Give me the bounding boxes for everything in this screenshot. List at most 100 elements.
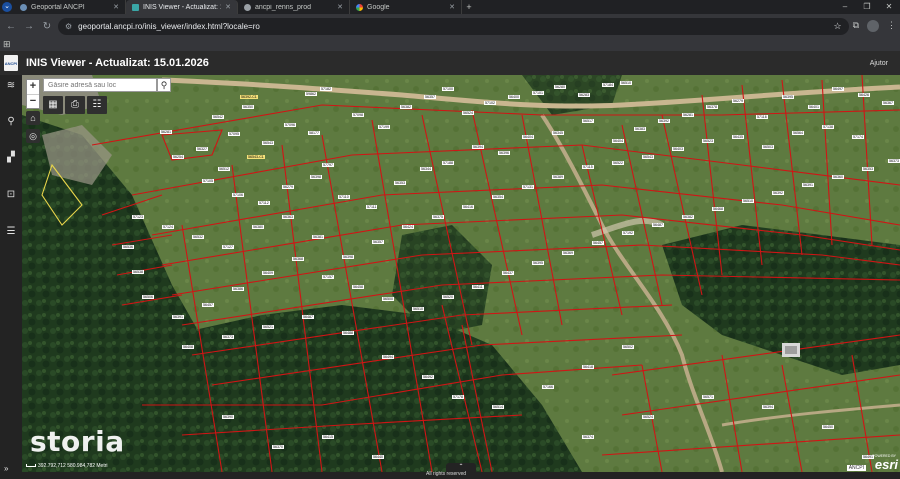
home-button[interactable]: ⌂ bbox=[26, 111, 40, 125]
left-sidebar: ≋ ⚲ ▞ ⊡ ☰ » bbox=[0, 75, 22, 479]
parcel-label: 56373 bbox=[222, 335, 234, 340]
search-icon: ⚲ bbox=[160, 80, 168, 90]
parcel-label: 56280 bbox=[554, 85, 566, 90]
parcel-label: 56283 bbox=[578, 93, 590, 98]
parcel-label: 56411 bbox=[472, 285, 484, 290]
legend-icon[interactable]: ⚲ bbox=[3, 115, 19, 129]
reload-icon[interactable]: ↻ bbox=[40, 21, 54, 32]
parcel-label: 56408 bbox=[182, 345, 194, 350]
parcel-label: 56375 bbox=[432, 215, 444, 220]
tab-search-button[interactable]: ⌄ bbox=[0, 0, 14, 14]
basemap-icon[interactable]: ▞ bbox=[3, 151, 19, 165]
parcel-label: 56450 bbox=[822, 425, 834, 430]
parcel-label: 56524 bbox=[642, 415, 654, 420]
map-view[interactable]: 56392-C1 56542 57095 59862 56543 57096 58177 56… bbox=[22, 75, 900, 472]
close-icon[interactable]: ✕ bbox=[113, 3, 119, 11]
close-icon[interactable]: ✕ bbox=[449, 3, 455, 11]
print-icon[interactable]: ⎙ bbox=[65, 96, 85, 114]
extensions-icon[interactable]: ⧉ bbox=[853, 20, 859, 32]
parcel-label: 56281 bbox=[160, 130, 172, 135]
parcel-label: 57110 bbox=[338, 195, 350, 200]
address-toolbar: ← → ↻ ⚙ geoportal.ancpi.ro/inis_viewer/i… bbox=[0, 14, 900, 38]
maximize-icon[interactable]: ❐ bbox=[856, 0, 878, 14]
parcel-label: 56542 bbox=[212, 115, 224, 120]
parcel-label: 56369 bbox=[562, 251, 574, 256]
close-icon[interactable]: ✕ bbox=[337, 3, 343, 11]
parcel-label: 56457 bbox=[592, 241, 604, 246]
minimize-icon[interactable]: – bbox=[834, 0, 856, 14]
parcel-label: 56514 bbox=[492, 405, 504, 410]
close-icon[interactable]: ✕ bbox=[225, 3, 231, 11]
expand-panel-icon[interactable]: » bbox=[4, 464, 8, 473]
address-search-input[interactable] bbox=[43, 78, 157, 92]
esri-logo: esri bbox=[874, 457, 898, 472]
new-tab-button[interactable]: + bbox=[462, 0, 476, 14]
parcel-label: 56374 bbox=[582, 435, 594, 440]
parcel-label: 56523 bbox=[702, 139, 714, 144]
zoom-in-button[interactable]: + bbox=[27, 80, 39, 94]
parcel-label: 56394 bbox=[472, 145, 484, 150]
help-link[interactable]: Ajutor bbox=[870, 60, 888, 67]
parcel-label: 56370 bbox=[272, 445, 284, 450]
tab-ancpi-renns[interactable]: ancpi_renns_prod ✕ bbox=[238, 0, 350, 14]
bookmark-star-icon[interactable]: ☆ bbox=[833, 21, 841, 32]
parcel-label: 56437 bbox=[502, 271, 514, 276]
menu-icon[interactable]: ⋮ bbox=[887, 20, 896, 32]
parcel-label: 56506 bbox=[142, 295, 154, 300]
parcel-label: 56378 bbox=[706, 105, 718, 110]
parcel-label: 56435 bbox=[732, 135, 744, 140]
parcel-label: 57188 bbox=[442, 161, 454, 166]
app-header: ANCPI INIS Viewer - Actualizat: 15.01.20… bbox=[0, 51, 900, 75]
grid-icon[interactable]: ▦ bbox=[43, 96, 63, 114]
parcel-label: 56468 bbox=[712, 207, 724, 212]
browser-tabstrip: ⌄ Geoportal ANCPI ✕ INIS Viewer - Actual… bbox=[0, 0, 900, 14]
list-view-icon[interactable]: ☷ bbox=[87, 96, 107, 114]
parcel-label: 56517 bbox=[582, 119, 594, 124]
zoom-out-button[interactable]: − bbox=[27, 94, 39, 108]
parcel-label: 57116 bbox=[756, 115, 768, 120]
measure-icon[interactable]: ⊡ bbox=[3, 188, 19, 202]
parcel-label: 56398 bbox=[310, 175, 322, 180]
parcel-label: 56404 bbox=[522, 135, 534, 140]
parcel-label: 56373 bbox=[888, 159, 900, 164]
back-icon[interactable]: ← bbox=[4, 21, 18, 32]
apps-grid-icon[interactable]: ⊞ bbox=[3, 39, 11, 50]
parcel-label: 56404 bbox=[612, 139, 624, 144]
parcel-label: 56492 bbox=[422, 375, 434, 380]
site-info-icon[interactable]: ⚙ bbox=[65, 22, 72, 31]
tab-title: ancpi_renns_prod bbox=[255, 3, 312, 11]
tab-inis-viewer[interactable]: INIS Viewer - Actualizat: 15.01. ✕ bbox=[126, 0, 238, 14]
parcel-label: 56415 bbox=[322, 435, 334, 440]
close-window-icon[interactable]: ✕ bbox=[878, 0, 900, 14]
tab-title: Google bbox=[367, 3, 390, 11]
tab-google[interactable]: Google ✕ bbox=[350, 0, 462, 14]
parcel-label: 57095 bbox=[228, 132, 240, 137]
list-icon[interactable]: ☰ bbox=[3, 225, 19, 239]
parcel-label: 56440 bbox=[372, 455, 384, 460]
search-button[interactable]: ⚲ bbox=[157, 78, 171, 92]
google-icon bbox=[356, 3, 363, 11]
globe-icon bbox=[20, 3, 27, 11]
url-input[interactable]: ⚙ geoportal.ancpi.ro/inis_viewer/index.h… bbox=[58, 17, 849, 35]
layers-icon[interactable]: ≋ bbox=[3, 79, 19, 93]
parcel-label: 56418 bbox=[582, 365, 594, 370]
parcel-label: 56522 bbox=[612, 161, 624, 166]
tab-geoportal[interactable]: Geoportal ANCPI ✕ bbox=[14, 0, 126, 14]
parcel-label: 57127 bbox=[222, 245, 234, 250]
forward-icon[interactable]: → bbox=[22, 21, 36, 32]
parcel-label: 56524 bbox=[462, 111, 474, 116]
parcel-label: 56254 bbox=[172, 155, 184, 160]
parcel-label: 57182 bbox=[320, 87, 332, 92]
parcel-label: 56368 bbox=[292, 257, 304, 262]
parcel-label: 56395 bbox=[782, 95, 794, 100]
parcel-label: 56538 bbox=[132, 270, 144, 275]
parcel-label: 57123 bbox=[132, 215, 144, 220]
parcel-label: 57100 bbox=[442, 87, 454, 92]
parcel-label: 56386 bbox=[232, 287, 244, 292]
parcel-label: 57106 bbox=[232, 193, 244, 198]
parcel-label: 56503 bbox=[762, 145, 774, 150]
parcel-label: 57157 bbox=[322, 275, 334, 280]
parcel-label: 57174 bbox=[852, 135, 864, 140]
locate-button[interactable]: ◎ bbox=[26, 129, 40, 143]
profile-avatar[interactable] bbox=[867, 20, 879, 32]
